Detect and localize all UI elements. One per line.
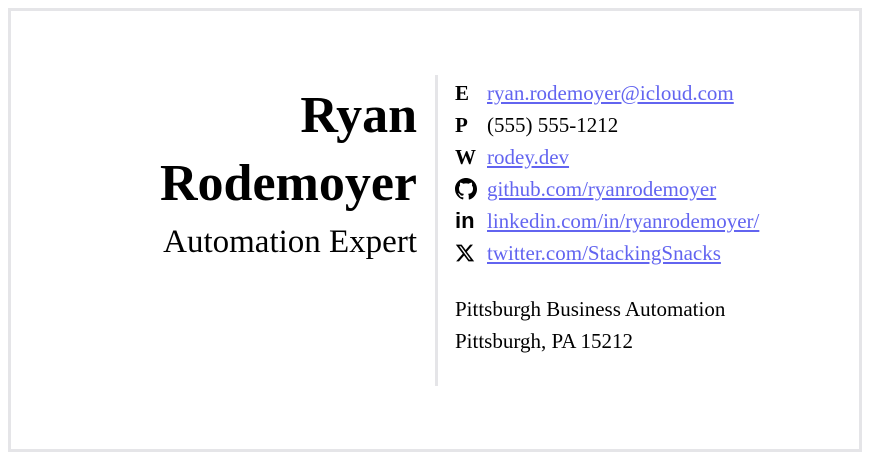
website-label: W xyxy=(455,144,476,169)
email-link[interactable]: ryan.rodemoyer@icloud.com xyxy=(487,81,734,106)
website-link[interactable]: rodey.dev xyxy=(487,145,569,170)
phone-label: P xyxy=(455,112,468,137)
job-title: Automation Expert xyxy=(163,224,417,260)
contact-phone: P (555) 555-1212 xyxy=(455,109,759,141)
contact-twitter: twitter.com/StackingSnacks xyxy=(455,237,759,269)
name-block: Ryan Rodemoyer Automation Expert xyxy=(160,82,417,262)
address: Pittsburgh Business Automation Pittsburg… xyxy=(455,293,759,357)
contact-linkedin: in linkedin.com/in/ryanrodemoyer/ xyxy=(455,205,759,237)
company-name: Pittsburgh Business Automation xyxy=(455,297,726,321)
contact-block: E ryan.rodemoyer@icloud.com P (555) 555-… xyxy=(455,77,759,357)
city-line: Pittsburgh, PA 15212 xyxy=(455,329,633,353)
email-label: E xyxy=(455,80,470,105)
last-name: Rodemoyer xyxy=(159,155,417,212)
contact-github: github.com/ryanrodemoyer xyxy=(455,173,759,205)
twitter-link[interactable]: twitter.com/StackingSnacks xyxy=(487,241,721,266)
x-twitter-icon xyxy=(455,243,487,263)
github-icon xyxy=(455,178,487,200)
linkedin-icon: in xyxy=(455,208,475,233)
first-name: Ryan xyxy=(300,87,417,144)
contact-website: W rodey.dev xyxy=(455,141,759,173)
contact-email: E ryan.rodemoyer@icloud.com xyxy=(455,77,759,109)
github-link[interactable]: github.com/ryanrodemoyer xyxy=(487,177,716,202)
linkedin-link[interactable]: linkedin.com/in/ryanrodemoyer/ xyxy=(487,209,759,234)
divider xyxy=(435,75,438,386)
phone-number: (555) 555-1212 xyxy=(487,112,619,137)
